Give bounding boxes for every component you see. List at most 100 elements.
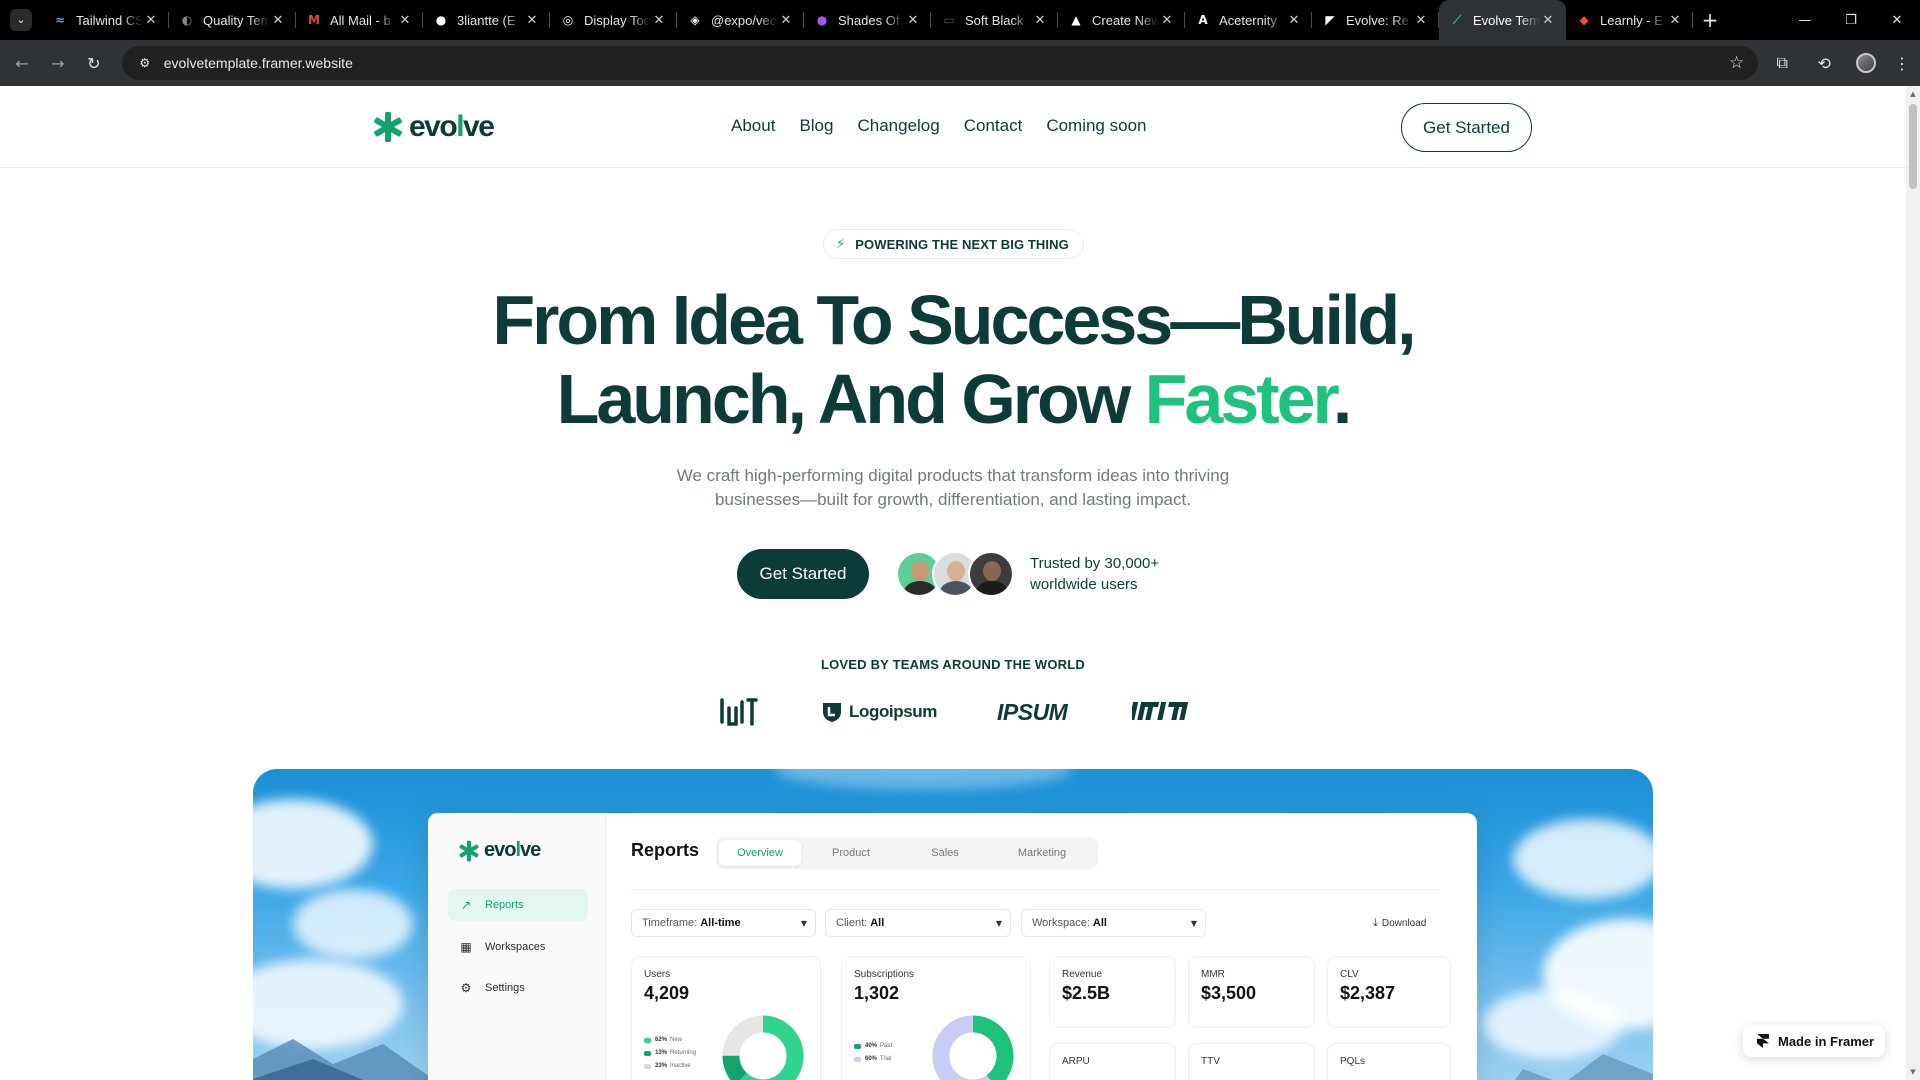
card-value: $2.5B bbox=[1062, 983, 1111, 1003]
nav-link-changelog[interactable]: Changelog bbox=[857, 116, 939, 136]
tab-title: Tailwind CSS bbox=[76, 12, 143, 28]
brand-logo[interactable]: evolve bbox=[372, 110, 495, 144]
sidebar-item-reports[interactable]: ↗ Reports bbox=[448, 889, 588, 921]
browser-tab[interactable]: ◈ @expo/vector✕ bbox=[677, 0, 804, 40]
browser-tab[interactable]: ◎ Display Tool ✕ bbox=[550, 0, 677, 40]
tab-list: ≈Tailwind CSS✕◐Quality Templates✕MAll Ma… bbox=[42, 0, 1693, 40]
hero-get-started-button[interactable]: Get Started bbox=[737, 549, 869, 599]
browser-tab[interactable]: ◆ Learnly - E ✕ bbox=[1566, 0, 1693, 40]
browser-tab[interactable]: ⟋ Evolve Template✕ bbox=[1439, 0, 1566, 40]
client-filter[interactable]: Client: All ▼ bbox=[825, 909, 1011, 937]
close-tab-icon[interactable]: ✕ bbox=[397, 13, 413, 28]
tab-overview[interactable]: Overview bbox=[719, 840, 801, 866]
card-value: $3,500 bbox=[1201, 983, 1257, 1003]
made-in-framer-badge[interactable]: Made in Framer bbox=[1743, 1025, 1885, 1057]
soft-black-icon: ▭ bbox=[943, 13, 955, 27]
evolve-logo-icon bbox=[459, 840, 479, 861]
scroll-down-icon[interactable]: ▼ bbox=[1909, 1068, 1917, 1076]
back-icon[interactable]: ← bbox=[4, 45, 40, 81]
gear-icon: ⚙ bbox=[460, 981, 472, 995]
nav-link-about[interactable]: About bbox=[731, 116, 775, 136]
trend-icon: ↗ bbox=[460, 898, 472, 912]
reload-icon[interactable]: ↻ bbox=[76, 45, 112, 81]
nav-link-coming-soon[interactable]: Coming soon bbox=[1046, 116, 1146, 136]
site-info-icon[interactable]: ⚙ bbox=[136, 54, 154, 72]
revenue-card: Revenue $2.5B bbox=[1049, 956, 1176, 1028]
evolve-icon: ⟋ bbox=[1452, 12, 1462, 27]
browser-tab[interactable]: ● 3liantte (E ✕ bbox=[423, 0, 550, 40]
tab-title: Aceternity bbox=[1219, 12, 1277, 28]
restore-icon[interactable]: ❐ bbox=[1828, 0, 1874, 40]
browser-tab[interactable]: ▭ Soft Black ✕ bbox=[931, 0, 1058, 40]
minimize-icon[interactable]: — bbox=[1782, 0, 1828, 40]
tab-product[interactable]: Product bbox=[801, 840, 901, 866]
close-tab-icon[interactable]: ✕ bbox=[1413, 13, 1429, 28]
clv-card: CLV $2,387 bbox=[1327, 956, 1451, 1028]
bookmark-star-icon[interactable]: ☆ bbox=[1729, 53, 1744, 73]
sidebar-item-workspaces[interactable]: ▦ Workspaces bbox=[448, 931, 588, 963]
timeframe-filter[interactable]: Timeframe: All-time ▼ bbox=[631, 909, 816, 937]
header-get-started-button[interactable]: Get Started bbox=[1401, 103, 1532, 152]
browser-tab[interactable]: ≈ Tailwind CSS✕ bbox=[42, 0, 169, 40]
dashboard-preview: evolve ↗ Reports ▦ Workspaces ⚙ Settings… bbox=[428, 813, 1477, 1080]
caret-down-icon: ▼ bbox=[800, 918, 807, 928]
card-value: 4,209 bbox=[644, 983, 690, 1003]
nav-link-blog[interactable]: Blog bbox=[799, 116, 833, 136]
page-scrollbar[interactable]: ▲ ▼ bbox=[1906, 86, 1920, 1080]
lightning-icon: ⚡︎ bbox=[836, 236, 846, 252]
browser-tab[interactable]: A Aceternity ✕ bbox=[1185, 0, 1312, 40]
workspace-filter[interactable]: Workspace: All ▼ bbox=[1021, 909, 1206, 937]
card-label: Revenue bbox=[1062, 969, 1103, 980]
tab-marketing[interactable]: Marketing bbox=[989, 840, 1095, 866]
close-tab-icon[interactable]: ✕ bbox=[1667, 13, 1683, 28]
tab-search-button[interactable]: ⌄ bbox=[6, 6, 36, 34]
tab-title: Evolve Template bbox=[1473, 12, 1540, 28]
window-controls: — ❐ ✕ bbox=[1782, 0, 1920, 40]
divider bbox=[631, 889, 1439, 890]
extensions-icon[interactable]: ⧉ bbox=[1764, 45, 1800, 81]
close-tab-icon[interactable]: ✕ bbox=[905, 13, 921, 28]
close-tab-icon[interactable]: ✕ bbox=[143, 13, 159, 28]
scroll-up-icon[interactable]: ▲ bbox=[1909, 90, 1917, 98]
chevron-down-icon: ⌄ bbox=[10, 9, 32, 31]
history-icon[interactable]: ⟲ bbox=[1806, 45, 1842, 81]
close-tab-icon[interactable]: ✕ bbox=[778, 13, 794, 28]
filter-value: All bbox=[1092, 917, 1107, 929]
browser-tab[interactable]: ◤ Evolve: Re ✕ bbox=[1312, 0, 1439, 40]
close-tab-icon[interactable]: ✕ bbox=[1540, 13, 1556, 28]
close-tab-icon[interactable]: ✕ bbox=[1032, 13, 1048, 28]
close-tab-icon[interactable]: ✕ bbox=[524, 13, 540, 28]
browser-tab[interactable]: ● Shades Of ✕ bbox=[804, 0, 931, 40]
legend-item: 62% New bbox=[644, 1037, 682, 1043]
close-window-icon[interactable]: ✕ bbox=[1874, 0, 1920, 40]
tab-sales[interactable]: Sales bbox=[901, 840, 989, 866]
close-tab-icon[interactable]: ✕ bbox=[1286, 13, 1302, 28]
address-bar[interactable]: ⚙ evolvetemplate.framer.website ☆ bbox=[121, 46, 1759, 80]
close-tab-icon[interactable]: ✕ bbox=[1159, 13, 1175, 28]
forward-icon[interactable]: → bbox=[40, 45, 76, 81]
download-button[interactable]: ⤓ Download bbox=[1373, 916, 1426, 930]
close-tab-icon[interactable]: ✕ bbox=[651, 13, 667, 28]
card-label: Subscriptions bbox=[854, 969, 915, 980]
sidebar-item-settings[interactable]: ⚙ Settings bbox=[448, 972, 588, 1004]
scrollbar-thumb[interactable] bbox=[1909, 104, 1917, 189]
tab-title: Create New bbox=[1092, 12, 1159, 28]
display-icon: ◎ bbox=[562, 13, 574, 27]
profile-avatar[interactable] bbox=[1848, 45, 1884, 81]
new-tab-button[interactable]: + bbox=[1693, 0, 1727, 40]
brand-wordmark: evolve bbox=[409, 110, 495, 143]
browser-tab[interactable]: ▲ Create New ✕ bbox=[1058, 0, 1185, 40]
close-tab-icon[interactable]: ✕ bbox=[270, 13, 286, 28]
badge-text: POWERING THE NEXT BIG THING bbox=[855, 236, 1069, 252]
tab-title: Learnly - E bbox=[1600, 12, 1663, 28]
subscriptions-donut-chart bbox=[932, 1015, 1014, 1080]
filter-label: Workspace: bbox=[1032, 917, 1090, 929]
nav-link-contact[interactable]: Contact bbox=[964, 116, 1023, 136]
card-label: Users bbox=[644, 969, 671, 980]
filter-value: All-time bbox=[700, 917, 741, 929]
menu-icon[interactable]: ⋮ bbox=[1884, 45, 1920, 81]
learnly-icon: ◆ bbox=[1579, 13, 1589, 27]
site-header: evolve About Blog Changelog Contact Coming s… bbox=[0, 86, 1906, 168]
browser-tab[interactable]: M All Mail - b ✕ bbox=[296, 0, 423, 40]
browser-tab[interactable]: ◐ Quality Templates✕ bbox=[169, 0, 296, 40]
